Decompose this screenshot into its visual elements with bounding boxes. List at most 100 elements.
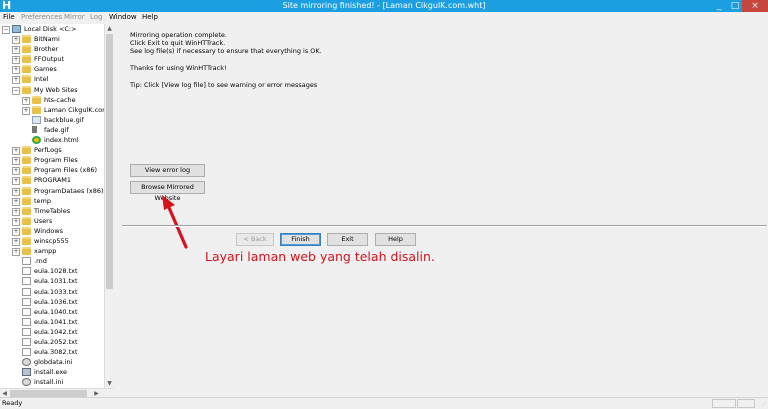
menu-help[interactable]: Help [142,13,158,22]
close-button[interactable]: × [742,0,768,12]
view-error-log-button[interactable]: View error log [130,164,205,177]
folder-icon [22,156,31,165]
tree-item-label: Users [34,216,53,225]
tree-item-label: PerfLogs [34,146,62,155]
menu-preferences[interactable]: Preferences [21,13,62,22]
expand-icon[interactable]: + [12,56,20,65]
folder-icon [22,247,31,256]
application-icon [22,368,31,377]
expand-icon[interactable]: + [12,46,20,55]
status-message-exit: Click Exit to quit WinHTTrack. [130,39,226,47]
status-bar: Ready ⋰ [0,397,768,409]
tree-item-label: eula.3082.txt [34,348,78,357]
expand-icon[interactable]: + [12,147,20,156]
tree-item-label: PROGRAM1 [34,176,72,185]
expand-icon[interactable]: + [12,76,20,85]
tree-item-label: TimeTables [34,206,71,215]
back-button[interactable]: < Back [236,233,274,246]
status-panel-1 [712,399,736,408]
resize-grip-icon[interactable]: ⋰ [761,402,767,408]
folder-tree[interactable]: − Local Disk <C:> + BitNami + Brother + FFOut… [0,24,105,388]
menu-window[interactable]: Window [109,13,137,22]
menu-bar: File Preferences Mirror Log Window Help [0,12,768,23]
minimize-button[interactable]: _ [712,0,726,12]
folder-icon [22,65,31,74]
folder-icon [22,196,31,205]
main-panel [114,24,768,397]
folder-icon [22,176,31,185]
finish-button[interactable]: Finish [280,233,321,246]
tree-item-label: xampp [34,247,57,256]
folder-icon [22,85,31,94]
tree-item-label: BitNami [34,35,60,43]
expand-icon[interactable]: + [12,217,20,226]
tree-item-label: temp [34,196,52,205]
horizontal-scroll-thumb[interactable] [10,390,87,397]
scroll-down-icon[interactable]: ▼ [105,379,114,388]
expand-icon[interactable]: + [22,106,30,115]
status-message-log: See log file(s) if necessary to ensure t… [130,47,322,55]
scroll-thumb[interactable] [106,34,113,289]
file-icon [22,338,31,346]
folder-icon [22,75,31,84]
collapse-icon[interactable]: − [2,26,10,34]
folder-icon [22,55,31,64]
collapse-icon[interactable]: − [12,86,20,95]
tree-item-label: install.ini [34,378,64,387]
folder-icon [22,186,31,195]
tree-item-label: eula.1041.txt [34,317,78,326]
expand-icon[interactable]: + [12,227,20,236]
menu-file[interactable]: File [3,13,15,22]
file-icon [22,317,31,326]
title-bar[interactable]: H Site mirroring finished! - [Laman Cikg… [0,0,768,12]
tree-item-label: Laman CikgulK.com [44,105,105,114]
maximize-button[interactable]: □ [728,0,742,12]
expand-icon[interactable]: + [12,207,20,216]
tree-item-label: eula.1042.txt [34,327,78,336]
tree-item-label: Games [34,65,57,74]
file-icon [22,267,31,276]
folder-icon [32,95,41,104]
status-text: Ready [2,399,23,407]
file-icon [22,277,31,286]
expand-icon[interactable]: + [12,177,20,186]
expand-icon[interactable]: + [12,238,20,246]
file-icon [22,307,31,316]
tree-item-label: FFOutput [34,55,65,64]
folder-icon [22,166,31,175]
scroll-up-icon[interactable]: ▲ [105,24,114,33]
tree-item-label: eula.2052.txt [34,338,78,346]
folder-icon [22,146,31,155]
exit-button[interactable]: Exit [327,233,368,246]
tree-item-label: ProgramDataes (x86) [34,186,104,195]
settings-file-icon [22,378,31,387]
tree-vertical-scrollbar[interactable]: ▲ ▼ [104,24,114,388]
image-file-icon [32,125,37,133]
window-title: Site mirroring finished! - [Laman Cikgul… [282,1,486,10]
expand-icon[interactable]: + [12,36,20,44]
tree-item-label: Brother [34,45,59,54]
tree-item-label: globdata.ini [34,358,73,367]
status-message-thanks: Thanks for using WinHTTrack! [130,64,227,72]
expand-icon[interactable]: + [12,187,20,196]
tree-item-label: winscp555 [34,237,69,245]
file-icon [22,257,31,266]
tree-item-label: eula.1031.txt [34,277,78,286]
expand-icon[interactable]: + [12,157,20,166]
tree-item-label: eula.1040.txt [34,307,78,316]
menu-log[interactable]: Log [90,13,103,22]
menu-mirror[interactable]: Mirror [64,13,85,22]
tree-root-label: Local Disk <C:> [24,25,77,33]
expand-icon[interactable]: + [12,167,20,176]
expand-icon[interactable]: + [12,248,20,257]
tree-item-label: eula.1033.txt [34,287,78,296]
expand-icon[interactable]: + [12,66,20,75]
expand-icon[interactable]: + [22,96,30,105]
status-message-tip: Tip: Click [View log file] to see warnin… [130,81,318,89]
file-icon [22,297,31,306]
settings-file-icon [22,358,31,367]
tree-item-label: index.html [44,136,79,144]
tree-item-label: .rnd [34,257,47,266]
expand-icon[interactable]: + [12,197,20,206]
help-button[interactable]: Help [375,233,416,246]
